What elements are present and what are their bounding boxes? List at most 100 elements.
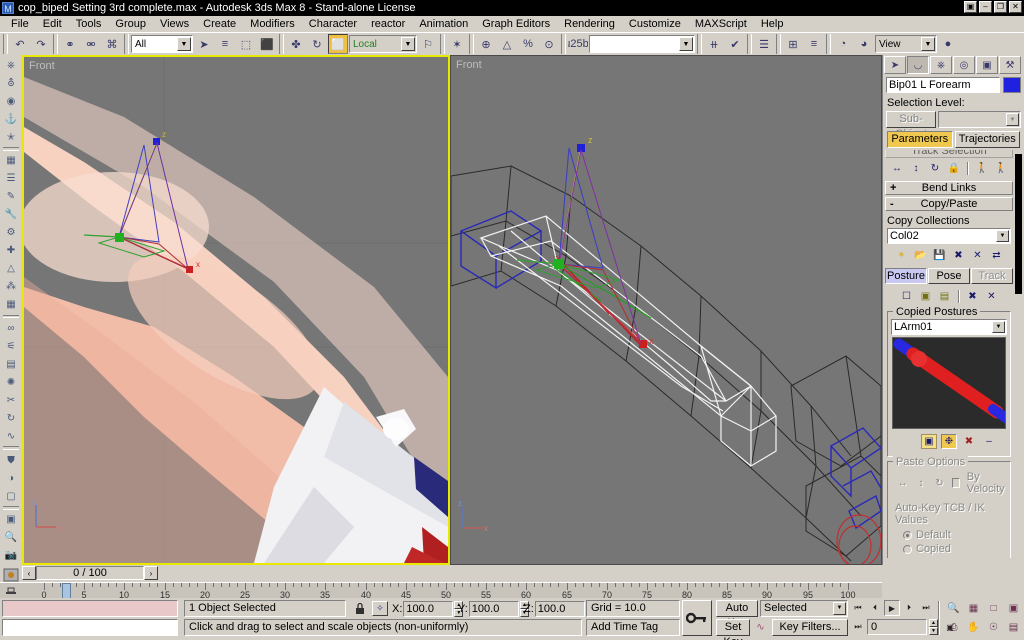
key-selection-dropdown[interactable]: Selected ▼ bbox=[760, 600, 848, 617]
rollout-bend-links[interactable]: + Bend Links bbox=[885, 181, 1013, 195]
angle-snap-icon[interactable]: △ bbox=[497, 34, 517, 54]
anchor-icon[interactable]: ⚓ bbox=[1, 110, 21, 128]
chevron-down-icon[interactable]: ▼ bbox=[177, 37, 191, 51]
go-to-start-button[interactable]: ⏮ bbox=[850, 600, 866, 616]
menu-item-create[interactable]: Create bbox=[196, 17, 243, 31]
magnify-icon[interactable]: 🔍 bbox=[1, 529, 21, 547]
body-horizontal-icon[interactable]: 🚶 bbox=[974, 161, 990, 176]
wrench-icon[interactable]: 🔧 bbox=[1, 206, 21, 224]
chevron-down-icon[interactable]: ▼ bbox=[1006, 113, 1019, 126]
viewport-front-wireframe[interactable]: z x Front z x bbox=[450, 55, 882, 565]
hierarchy-icon[interactable]: ⎈ bbox=[1, 56, 21, 74]
layer-manager-icon[interactable]: ☰ bbox=[754, 34, 774, 54]
minus-icon[interactable]: – bbox=[981, 434, 997, 449]
grid-icon[interactable]: ▦ bbox=[1, 296, 21, 314]
select-by-name-icon[interactable]: ≡ bbox=[215, 34, 235, 54]
pencil-icon[interactable]: ✎ bbox=[1, 188, 21, 206]
key-mode-icon[interactable] bbox=[3, 584, 19, 597]
default-in-out-tangents-icon[interactable]: ∿ bbox=[752, 619, 769, 636]
menu-item-graph-editors[interactable]: Graph Editors bbox=[475, 17, 557, 31]
delete-pose-icon[interactable]: ✖ bbox=[961, 434, 977, 449]
bone-icon[interactable]: ⚟ bbox=[1, 337, 21, 355]
extra-button[interactable]: ▣ bbox=[964, 1, 977, 13]
snap-toggle-icon[interactable]: ⊕ bbox=[476, 34, 496, 54]
copy-collections-dropdown[interactable]: Col02 ▼ bbox=[887, 228, 1011, 244]
zoom-extents-all-icon[interactable]: ▣ bbox=[1004, 599, 1023, 617]
tab-trajectories[interactable]: Trajectories bbox=[954, 131, 1020, 148]
lock-icon[interactable]: 🔒 bbox=[946, 161, 962, 176]
lock-selection-icon[interactable] bbox=[352, 601, 368, 616]
time-slider[interactable]: ‹ 0 / 100 › bbox=[22, 565, 882, 581]
previous-frame-button[interactable]: ⏴ bbox=[867, 600, 883, 616]
render-type-dropdown[interactable]: View ▼ bbox=[875, 35, 937, 53]
snapshot-icon[interactable]: ▣ bbox=[921, 434, 937, 449]
horizontal-track-icon[interactable]: ↔ bbox=[889, 161, 905, 176]
gear-icon[interactable]: ⚙ bbox=[1, 224, 21, 242]
coord-y-field[interactable]: 100.0 bbox=[468, 601, 519, 617]
maxscript-entry-field[interactable] bbox=[2, 619, 178, 636]
chevron-down-icon[interactable]: ▼ bbox=[921, 37, 935, 51]
unlink-selection-icon[interactable]: ⚮ bbox=[81, 34, 101, 54]
menu-item-reactor[interactable]: reactor bbox=[364, 17, 412, 31]
copied-postures-dropdown[interactable]: LArm01 ▼ bbox=[891, 319, 1007, 335]
menu-item-modifiers[interactable]: Modifiers bbox=[243, 17, 302, 31]
menu-item-help[interactable]: Help bbox=[754, 17, 791, 31]
menu-item-animation[interactable]: Animation bbox=[412, 17, 475, 31]
rollout-copy-paste[interactable]: - Copy/Paste bbox=[885, 197, 1013, 211]
prev-frame-arrow[interactable]: ‹ bbox=[22, 566, 36, 580]
region-zoom-icon[interactable]: ⎙ bbox=[944, 618, 963, 636]
radio-interpolated[interactable]: Interpolated bbox=[891, 556, 1007, 558]
command-panel-scrollbar[interactable] bbox=[1015, 150, 1023, 558]
display-pose-icon[interactable]: ❉ bbox=[941, 434, 957, 449]
paste-rotation-icon[interactable]: ↻ bbox=[933, 475, 946, 491]
body-vertical-icon[interactable]: 🚶 bbox=[993, 161, 1009, 176]
object-color-swatch[interactable] bbox=[1003, 77, 1021, 93]
rollout-scroll-area[interactable]: Track Selection ↔ ↕ ↻ 🔒 🚶 🚶 + Bend Links bbox=[883, 150, 1024, 558]
motion-tab[interactable]: ◎ bbox=[953, 56, 975, 74]
current-frame-field[interactable]: 0 bbox=[867, 619, 927, 635]
menu-item-rendering[interactable]: Rendering bbox=[557, 17, 622, 31]
key-mode-step-icon[interactable]: ⏭ bbox=[850, 619, 866, 635]
radio-copied[interactable]: Copied bbox=[891, 542, 1007, 556]
time-slider-value[interactable]: 0 / 100 bbox=[36, 566, 144, 580]
by-velocity-checkbox[interactable] bbox=[952, 478, 960, 488]
link-icon[interactable]: ∞ bbox=[1, 319, 21, 337]
paint-icon[interactable]: ▤ bbox=[1, 355, 21, 373]
select-and-scale-icon[interactable]: ⬜ bbox=[328, 34, 348, 54]
menu-item-tools[interactable]: Tools bbox=[69, 17, 109, 31]
go-to-end-button[interactable]: ⏭ bbox=[918, 600, 934, 616]
tab-track[interactable]: Track bbox=[971, 268, 1013, 284]
delete-posture-icon[interactable]: ✖ bbox=[964, 289, 981, 304]
rotation-track-icon[interactable]: ↻ bbox=[927, 161, 943, 176]
display-tab[interactable]: ▣ bbox=[976, 56, 998, 74]
curve-icon[interactable]: ∿ bbox=[1, 427, 21, 445]
manipulate-icon[interactable]: ✶ bbox=[447, 34, 467, 54]
star-icon[interactable]: ✭ bbox=[1, 128, 21, 146]
helper-icon[interactable]: ✚ bbox=[1, 242, 21, 260]
utilities-tab[interactable]: ⚒ bbox=[999, 56, 1021, 74]
pan-icon[interactable]: ✋ bbox=[964, 618, 983, 636]
box-icon[interactable]: ▦ bbox=[1, 152, 21, 170]
use-pivot-point-center-icon[interactable]: ⚐ bbox=[418, 34, 438, 54]
key-mode-toggle-icon[interactable] bbox=[682, 600, 712, 636]
delete-all-postures-icon[interactable]: ✕ bbox=[983, 289, 1000, 304]
object-name-field[interactable]: Bip01 L Forearm bbox=[886, 77, 1000, 93]
reference-coordinate-system-dropdown[interactable]: Local ▼ bbox=[349, 35, 417, 53]
menu-item-customize[interactable]: Customize bbox=[622, 17, 688, 31]
coord-z-field[interactable]: 100.0 bbox=[534, 601, 585, 617]
select-and-link-icon[interactable]: ⚭ bbox=[60, 34, 80, 54]
set-key-button[interactable]: Set Key bbox=[716, 619, 750, 640]
selection-filter-dropdown[interactable]: All ▼ bbox=[131, 35, 193, 53]
track-bar[interactable]: 0 5 10 15 20 25 30 35 40 45 50 55 60 65 70 75 80 85 90 95 10… bbox=[0, 582, 882, 600]
tab-posture[interactable]: Posture bbox=[885, 268, 927, 284]
viewport-front-shaded[interactable]: z x Front z x bbox=[22, 55, 450, 565]
command-panel-scrollthumb[interactable] bbox=[1015, 154, 1022, 294]
paste-posture-icon[interactable]: ▣ bbox=[917, 289, 934, 304]
menu-item-file[interactable]: File bbox=[4, 17, 36, 31]
zoom-all-icon[interactable]: ▦ bbox=[964, 599, 983, 617]
cone-icon[interactable]: △ bbox=[1, 260, 21, 278]
delete-all-collections-icon[interactable]: ✕ bbox=[969, 248, 986, 263]
align-icon[interactable]: ✔ bbox=[725, 34, 745, 54]
maximize-viewport-icon[interactable]: ▤ bbox=[1004, 618, 1023, 636]
rectangular-selection-region-icon[interactable]: ⬚ bbox=[236, 34, 256, 54]
